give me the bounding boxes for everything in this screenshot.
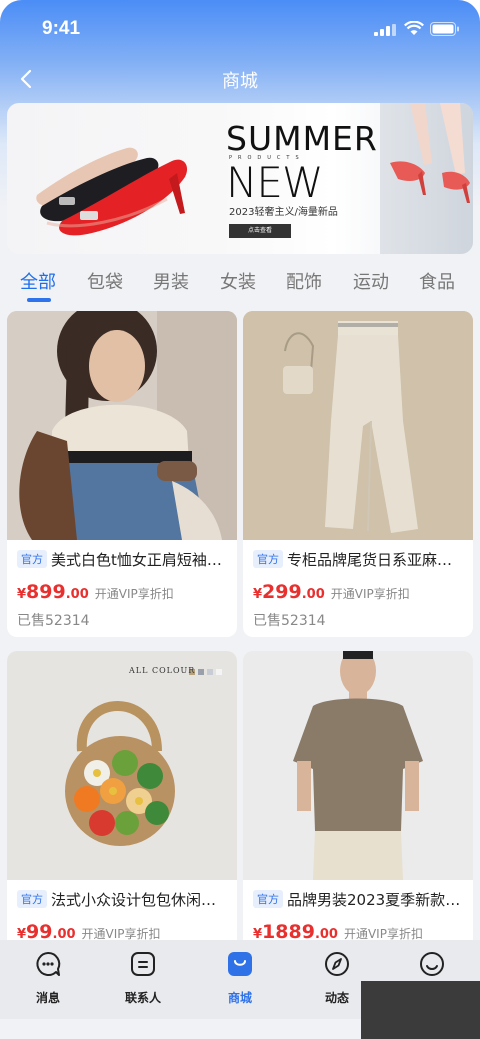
price-integer: 299: [262, 581, 302, 603]
bottom-tab-shop[interactable]: 商城: [205, 950, 275, 1006]
smile-icon: [420, 952, 444, 976]
product-image: [7, 311, 237, 540]
corner-overlay: [361, 981, 480, 1039]
tab-sports[interactable]: 运动: [353, 268, 389, 294]
product-card[interactable]: 官方 美式白色t恤女正肩短袖上衣 ¥899.00 开通VIP享折扣 已售52314: [7, 311, 237, 637]
bottom-tab-label: 联系人: [124, 991, 161, 1005]
sold-count: 已售52314: [17, 613, 90, 629]
vip-discount-text: 开通VIP享折扣: [343, 927, 423, 941]
bottom-tab-contacts[interactable]: 联系人: [108, 950, 178, 1006]
tab-womenswear[interactable]: 女装: [220, 268, 256, 294]
official-badge: 官方: [17, 890, 47, 908]
product-title-text: 品牌男装2023夏季新款短袖T恤: [287, 891, 467, 909]
sold-count: 已售52314: [253, 613, 326, 629]
price-row: ¥299.00 开通VIP享折扣: [253, 581, 410, 603]
product-image: ALL COLOUR: [7, 651, 237, 880]
official-badge: 官方: [17, 550, 47, 568]
page-title: 商城: [222, 71, 258, 92]
product-title: 官方品牌男装2023夏季新款短袖T恤: [253, 889, 467, 910]
bottom-tab-label: 消息: [35, 991, 60, 1005]
product-title: 官方 法式小众设计包包休闲手提包: [17, 889, 231, 910]
product-card[interactable]: 官方品牌男装2023夏季新款短袖T恤 ¥1889.00开通VIP享折扣: [243, 651, 473, 951]
banner-subtitle: 2023轻奢主义/海量新品: [229, 207, 338, 218]
vip-discount-text: 开通VIP享折扣: [81, 927, 161, 941]
tab-menswear[interactable]: 男装: [153, 268, 189, 294]
bottom-tab-label: 商城: [227, 991, 252, 1005]
product-title: 官方 美式白色t恤女正肩短袖上衣: [17, 549, 231, 570]
image-caption: ALL COLOUR: [129, 666, 196, 675]
product-title-text: 美式白色t恤女正肩短袖上衣: [51, 551, 231, 569]
price-symbol: ¥: [17, 587, 27, 602]
tab-all[interactable]: 全部: [20, 268, 56, 294]
bottom-tab-messages[interactable]: 消息: [13, 950, 83, 1006]
vip-discount-text: 开通VIP享折扣: [330, 587, 410, 601]
product-image: [243, 311, 473, 540]
battery-icon: [430, 22, 459, 36]
banner-legs-image: [380, 103, 473, 254]
shop-bag-icon: [228, 952, 252, 976]
price-row: ¥899.00 开通VIP享折扣: [17, 581, 174, 603]
banner-headline-2: NEW: [226, 158, 323, 207]
compass-icon: [325, 952, 349, 976]
tab-bags[interactable]: 包袋: [87, 268, 123, 294]
message-icon: [36, 951, 61, 976]
official-badge: 官方: [253, 550, 283, 568]
price-symbol: ¥: [253, 587, 263, 602]
status-bar: 9:41: [0, 0, 480, 60]
price-decimal: .00: [301, 587, 325, 602]
wifi-icon: [404, 21, 424, 35]
contacts-icon: [131, 952, 155, 976]
product-card[interactable]: 官方 专柜品牌尾货日系亚麻休闲裤 ¥299.00 开通VIP享折扣 已售52314: [243, 311, 473, 637]
product-title: 官方 专柜品牌尾货日系亚麻休闲裤: [253, 549, 467, 570]
bottom-tab-profile[interactable]: [397, 950, 467, 982]
nav-bar: 商城: [0, 58, 480, 102]
status-time: 9:41: [42, 18, 81, 39]
active-tab-indicator: [27, 298, 51, 302]
app-screen: 9:41 商城 SUMMER PRODUCTS NEW 2023轻奢主义/海量新…: [0, 0, 480, 1039]
banner-button[interactable]: 点击查看: [229, 224, 291, 238]
price-decimal: .00: [65, 587, 89, 602]
tab-accessories[interactable]: 配饰: [286, 268, 322, 294]
product-title-text: 专柜品牌尾货日系亚麻休闲裤: [287, 551, 467, 569]
product-card[interactable]: ALL COLOUR 官方 法式小众设计包包休闲手提包 ¥99.00 开通VIP…: [7, 651, 237, 951]
price-integer: 899: [26, 581, 66, 603]
category-tabs: 全部 包袋 男装 女装 配饰 运动 食品: [0, 262, 480, 306]
product-image: [243, 651, 473, 880]
official-badge: 官方: [253, 890, 283, 908]
vip-discount-text: 开通VIP享折扣: [94, 587, 174, 601]
shoes-image: [36, 147, 188, 236]
cellular-signal-icon: [374, 24, 396, 36]
banner-headline: SUMMER: [226, 119, 378, 158]
tab-food[interactable]: 食品: [419, 268, 455, 294]
product-title-text: 法式小众设计包包休闲手提包: [51, 891, 231, 909]
promo-banner[interactable]: SUMMER PRODUCTS NEW 2023轻奢主义/海量新品 点击查看: [7, 103, 473, 254]
